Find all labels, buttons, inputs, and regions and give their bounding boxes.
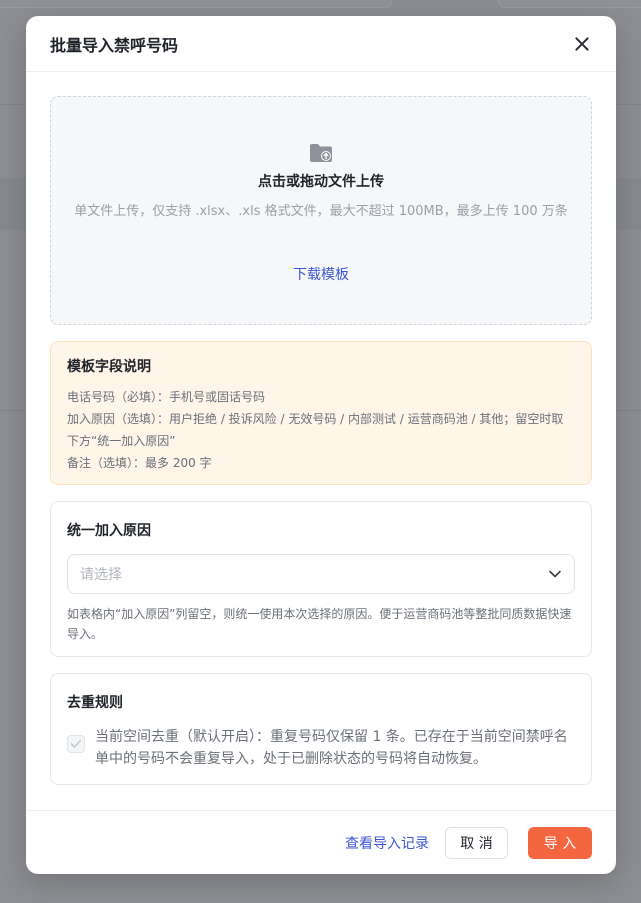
- notice-lines: 电话号码（必填）：手机号或固话号码 加入原因（选填）：用户拒绝 / 投诉风险 /…: [67, 386, 575, 474]
- modal-body: 点击或拖动文件上传 单文件上传，仅支持 .xlsx、.xls 格式文件，最大不超…: [26, 72, 616, 785]
- background-tab: [498, 0, 641, 8]
- view-import-records-link[interactable]: 查看导入记录: [345, 833, 429, 853]
- notice-line-phone: 电话号码（必填）：手机号或固话号码: [67, 390, 266, 404]
- upload-title: 点击或拖动文件上传: [258, 174, 384, 190]
- chevron-down-icon: [549, 570, 561, 578]
- import-button[interactable]: 导 入: [528, 826, 592, 859]
- reason-select-placeholder: 请选择: [80, 567, 122, 583]
- modal-header: 批量导入禁呼号码: [26, 16, 616, 72]
- dedupe-title: 去重规则: [67, 695, 123, 711]
- dedupe-description: 当前空间去重（默认开启）：重复号码仅保留 1 条。已存在于当前空间禁呼名单中的号…: [95, 729, 568, 767]
- dedupe-option: 当前空间去重（默认开启）：重复号码仅保留 1 条。已存在于当前空间禁呼名单中的号…: [67, 726, 575, 770]
- dedupe-rule-card: 去重规则 当前空间去重（默认开启）：重复号码仅保留 1 条。已存在于当前空间禁呼…: [50, 673, 592, 785]
- folder-upload-icon: [310, 144, 332, 162]
- download-template-link[interactable]: 下载模板: [293, 264, 349, 284]
- unified-reason-card: 统一加入原因 请选择 如表格内“加入原因”列留空，则统一使用本次选择的原因。便于…: [50, 501, 592, 657]
- background-tab: [0, 0, 392, 8]
- upload-description: 单文件上传，仅支持 .xlsx、.xls 格式文件，最大不超过 100MB，最多…: [74, 204, 568, 219]
- import-modal: 批量导入禁呼号码 点击或拖动文件上传 单文件上传，仅支持 .xlsx、.xls …: [26, 16, 616, 874]
- reason-hint: 如表格内“加入原因”列留空，则统一使用本次选择的原因。便于运营商码池等整批同质数…: [67, 607, 572, 641]
- notice-line-reason: 加入原因（选填）：用户拒绝 / 投诉风险 / 无效号码 / 内部测试 / 运营商…: [67, 412, 564, 448]
- notice-line-remark: 备注（选填）：最多 200 字: [67, 456, 212, 470]
- close-icon[interactable]: [572, 34, 592, 54]
- reason-select[interactable]: 请选择: [67, 554, 575, 594]
- upload-dropzone[interactable]: 点击或拖动文件上传 单文件上传，仅支持 .xlsx、.xls 格式文件，最大不超…: [50, 96, 592, 325]
- dedupe-checkbox[interactable]: [67, 735, 85, 753]
- notice-title: 模板字段说明: [67, 359, 151, 375]
- cancel-button[interactable]: 取 消: [445, 826, 508, 859]
- template-fields-notice: 模板字段说明 电话号码（必填）：手机号或固话号码 加入原因（选填）：用户拒绝 /…: [50, 341, 592, 485]
- reason-title: 统一加入原因: [67, 523, 151, 539]
- check-icon: [70, 739, 82, 748]
- modal-title: 批量导入禁呼号码: [50, 35, 179, 55]
- modal-footer: 查看导入记录 取 消 导 入: [26, 810, 616, 874]
